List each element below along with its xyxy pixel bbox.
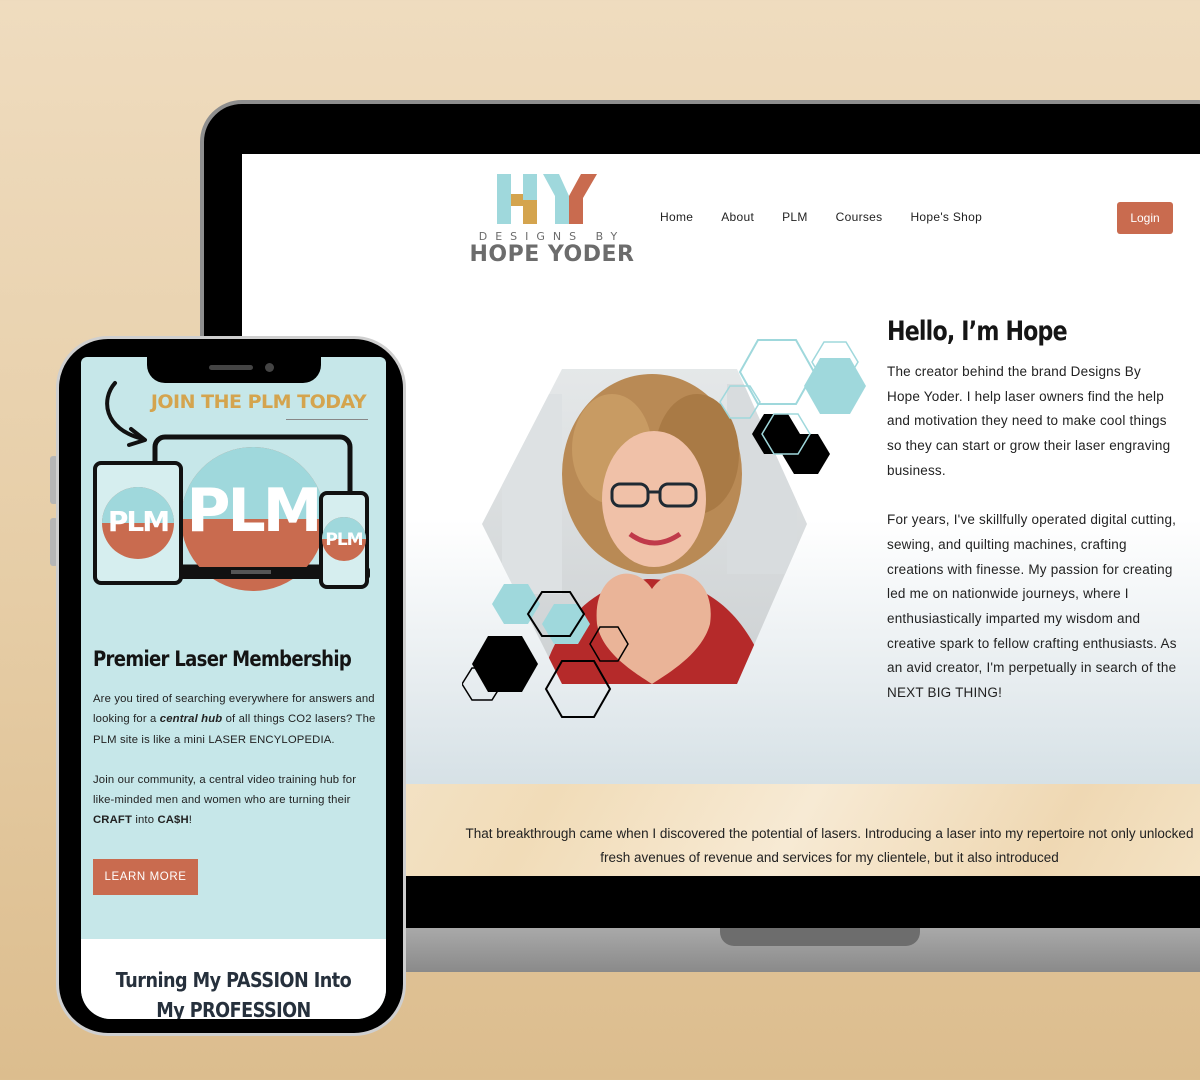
- site-logo[interactable]: DESIGNS BY HOPE YODER: [462, 174, 642, 269]
- phone-mockup: JOIN THE PLM TODAY PLM PLM PLM Premier L…: [56, 336, 406, 1036]
- logo-name: HOPE YODER: [469, 242, 635, 267]
- login-button[interactable]: Login: [1117, 202, 1173, 234]
- hero-portrait: [462, 339, 866, 718]
- hero-text: The creator behind the brand Designs By …: [887, 360, 1177, 731]
- nav-about[interactable]: About: [721, 210, 754, 224]
- learn-more-button[interactable]: LEARN MORE: [93, 859, 198, 895]
- membership-paragraph-2: Join our community, a central video trai…: [93, 773, 357, 827]
- laptop-trackpad-notch: [720, 928, 920, 946]
- mobile-website: JOIN THE PLM TODAY PLM PLM PLM Premier L…: [81, 357, 386, 1019]
- hero-heading: Hello, I’m Hope: [887, 316, 1068, 347]
- nav-home[interactable]: Home: [660, 210, 693, 224]
- plm-devices-illustration: PLM PLM PLM: [93, 434, 370, 591]
- speaker-grille: [209, 365, 253, 370]
- nav-hopes-shop[interactable]: Hope's Shop: [910, 210, 982, 224]
- banner-underline: [286, 419, 368, 420]
- membership-title: Premier Laser Membership: [93, 647, 352, 671]
- phone-notch: [147, 353, 321, 383]
- passion-section: Turning My PASSION Into My PROFESSION: [81, 939, 386, 1019]
- membership-text: Are you tired of searching everywhere fo…: [93, 689, 378, 851]
- plm-logo-text: PLM: [187, 476, 320, 546]
- membership-paragraph-1: Are you tired of searching everywhere fo…: [93, 693, 376, 746]
- breakthrough-text: That breakthrough came when I discovered…: [465, 826, 1194, 865]
- nav-plm[interactable]: PLM: [782, 210, 808, 224]
- hy-logo-icon: [497, 174, 597, 224]
- join-plm-banner: JOIN THE PLM TODAY: [150, 391, 367, 413]
- hero-paragraph-1: The creator behind the brand Designs By …: [887, 364, 1171, 478]
- passion-title: Turning My PASSION Into My PROFESSION: [115, 968, 352, 1019]
- front-camera: [265, 363, 274, 372]
- nav-courses[interactable]: Courses: [836, 210, 883, 224]
- hero-paragraph-2: For years, I've skillfully operated digi…: [887, 512, 1177, 701]
- main-nav: Home About PLM Courses Hope's Shop: [660, 210, 982, 224]
- plm-logo-text-tablet: PLM: [108, 505, 168, 538]
- plm-logo-text-phone: PLM: [325, 530, 362, 550]
